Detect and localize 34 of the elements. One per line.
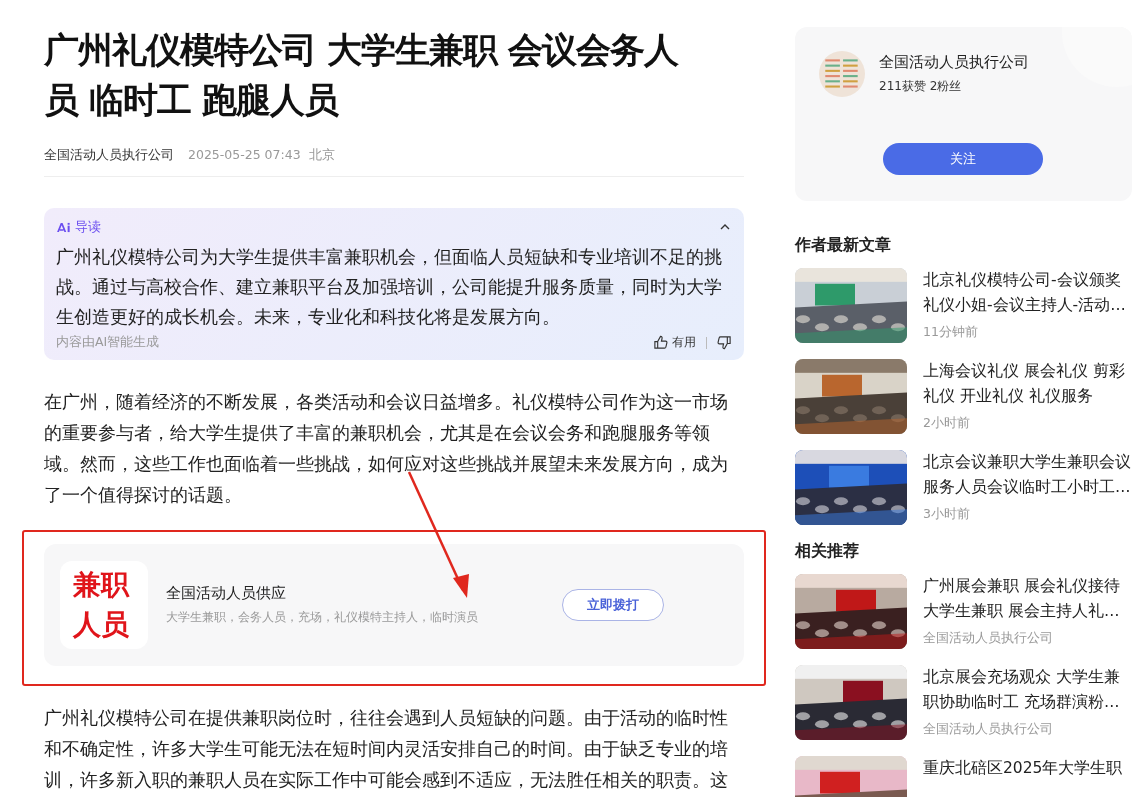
location-text: 北京 [308,147,335,164]
thumbs-down-button[interactable] [717,335,732,350]
article-meta: 11分钟前 [923,324,979,341]
call-button[interactable]: 立即拨打 [562,589,664,621]
article-link[interactable]: 广州展会兼职 展会礼仪接待大学生兼职 展会主持人礼… [923,574,1132,624]
section-heading: 相关推荐 [795,541,860,562]
logo-text: 兼职人员 [73,567,131,643]
summary-text: 广州礼仪模特公司为大学生提供丰富兼职机会，但面临人员短缺和专业培训不足的挑战。通过与高校合作、建立兼职平台及加强培训，公司能提升服务质量，同时为大学生创造更好的成长机会。未来，专业化和科技化将是发展方向。 [56,245,723,329]
chevron-icon[interactable] [720,224,730,230]
article-title: 广州礼仪模特公司 大学生兼职 会议会务人员 临时工 跑腿人员 [44,29,680,122]
article-meta: 2小时前 [923,415,971,432]
article-link[interactable]: 上海会议礼仪 展会礼仪 剪彩礼仪 开业礼仪 礼仪服务 [923,359,1132,409]
ai-disclaimer: 内容由AI智能生成 [56,334,160,351]
useful-button[interactable]: 有用 [653,334,696,351]
thumbs-up-icon[interactable] [653,335,668,350]
contact-tags: 大学生兼职，会务人员，充场，礼仪模特主持人，临时演员 [166,609,562,626]
article-link[interactable]: 重庆北碚区2025年大学生职 [923,756,1132,781]
ai-icon [56,221,71,233]
article-meta: 3小时前 [923,506,971,523]
section-heading: 作者最新文章 [795,235,892,256]
body-paragraph: 在广州，随着经济的不断发展，各类活动和会议日益增多。礼仪模特公司作为这一市场的重要参与者，给大学生提供了丰富的兼职机会，尤其是在会议会务和跑腿服务等领域。然而，这些工作也面临着一些挑战，如何应对这些挑战并展望未来发展方向，成为了一个值得探讨的话题。 [44,390,729,507]
contact-name: 全国活动人员供应 [166,584,287,603]
author-name[interactable]: 全国活动人员执行公司 [879,53,1029,72]
article-meta: 全国活动人员执行公司 [923,721,1054,738]
article-link[interactable]: 北京展会充场观众 大学生兼职协助临时工 充场群演粉… [923,665,1132,715]
article-link[interactable]: 北京礼仪模特公司-会议颁奖礼仪小姐-会议主持人-活动… [923,268,1132,318]
author-link[interactable]: 全国活动人员执行公司 [44,147,174,164]
body-paragraph: 广州礼仪模特公司在提供兼职岗位时，往往会遇到人员短缺的问题。由于活动的临时性和不确定性，许多大学生可能无法在短时间内灵活安排自己的时间。由于缺乏专业的培训，许多新入职的兼职人员在实际工作中可能会感到不适应，无法胜任相关的职责。这 [44,706,729,792]
author-stats: 211获赞 2粉丝 [879,78,963,95]
follow-button[interactable]: 关注 [883,143,1043,175]
publish-date: 2025-05-25 07:43 [188,147,301,164]
article-link[interactable]: 北京会议兼职大学生兼职会议服务人员会议临时工小时工… [923,450,1132,500]
article-meta: 全国活动人员执行公司 [923,630,1054,647]
summary-label: 导读 [75,218,101,236]
